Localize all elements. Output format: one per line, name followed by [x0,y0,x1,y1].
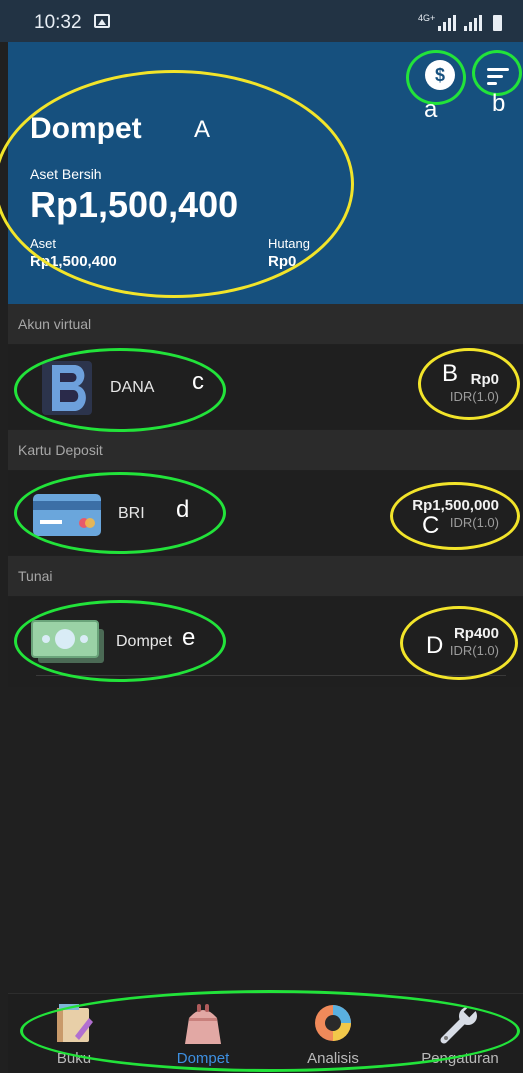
annotation-ellipse-nav [20,990,520,1072]
annotation-label-B: B [442,360,459,387]
battery-icon [493,15,502,31]
annotation-label-b: b [492,90,506,117]
signal-icon-2 [462,15,484,31]
annotation-label-a: a [424,96,438,123]
annotation-ellipse-D [400,606,518,680]
annotation-ellipse-C [390,482,520,550]
status-time: 10:32 [34,12,82,33]
section-header-cash: Tunai [8,556,523,596]
signal-icon [436,15,458,31]
gallery-notification-icon [94,14,110,28]
annotation-ellipse-d [14,472,226,554]
annotation-label-e: e [182,624,196,651]
app-screen: 10:32 4G+ $ Dompet Aset Bersih Rp1,500,4… [0,0,523,1073]
annotation-label-D: D [426,632,444,659]
annotation-label-c: c [192,368,204,395]
section-header-virtual: Akun virtual [8,304,523,344]
status-bar: 10:32 4G+ [0,0,523,42]
annotation-ellipse-B [418,348,520,420]
annotation-label-d: d [176,496,190,523]
section-header-deposit-card: Kartu Deposit [8,430,523,470]
annotation-ellipse-A [0,70,354,298]
annotation-label-A: A [194,116,211,143]
network-type: 4G+ [418,13,436,23]
annotation-label-C: C [422,512,440,539]
